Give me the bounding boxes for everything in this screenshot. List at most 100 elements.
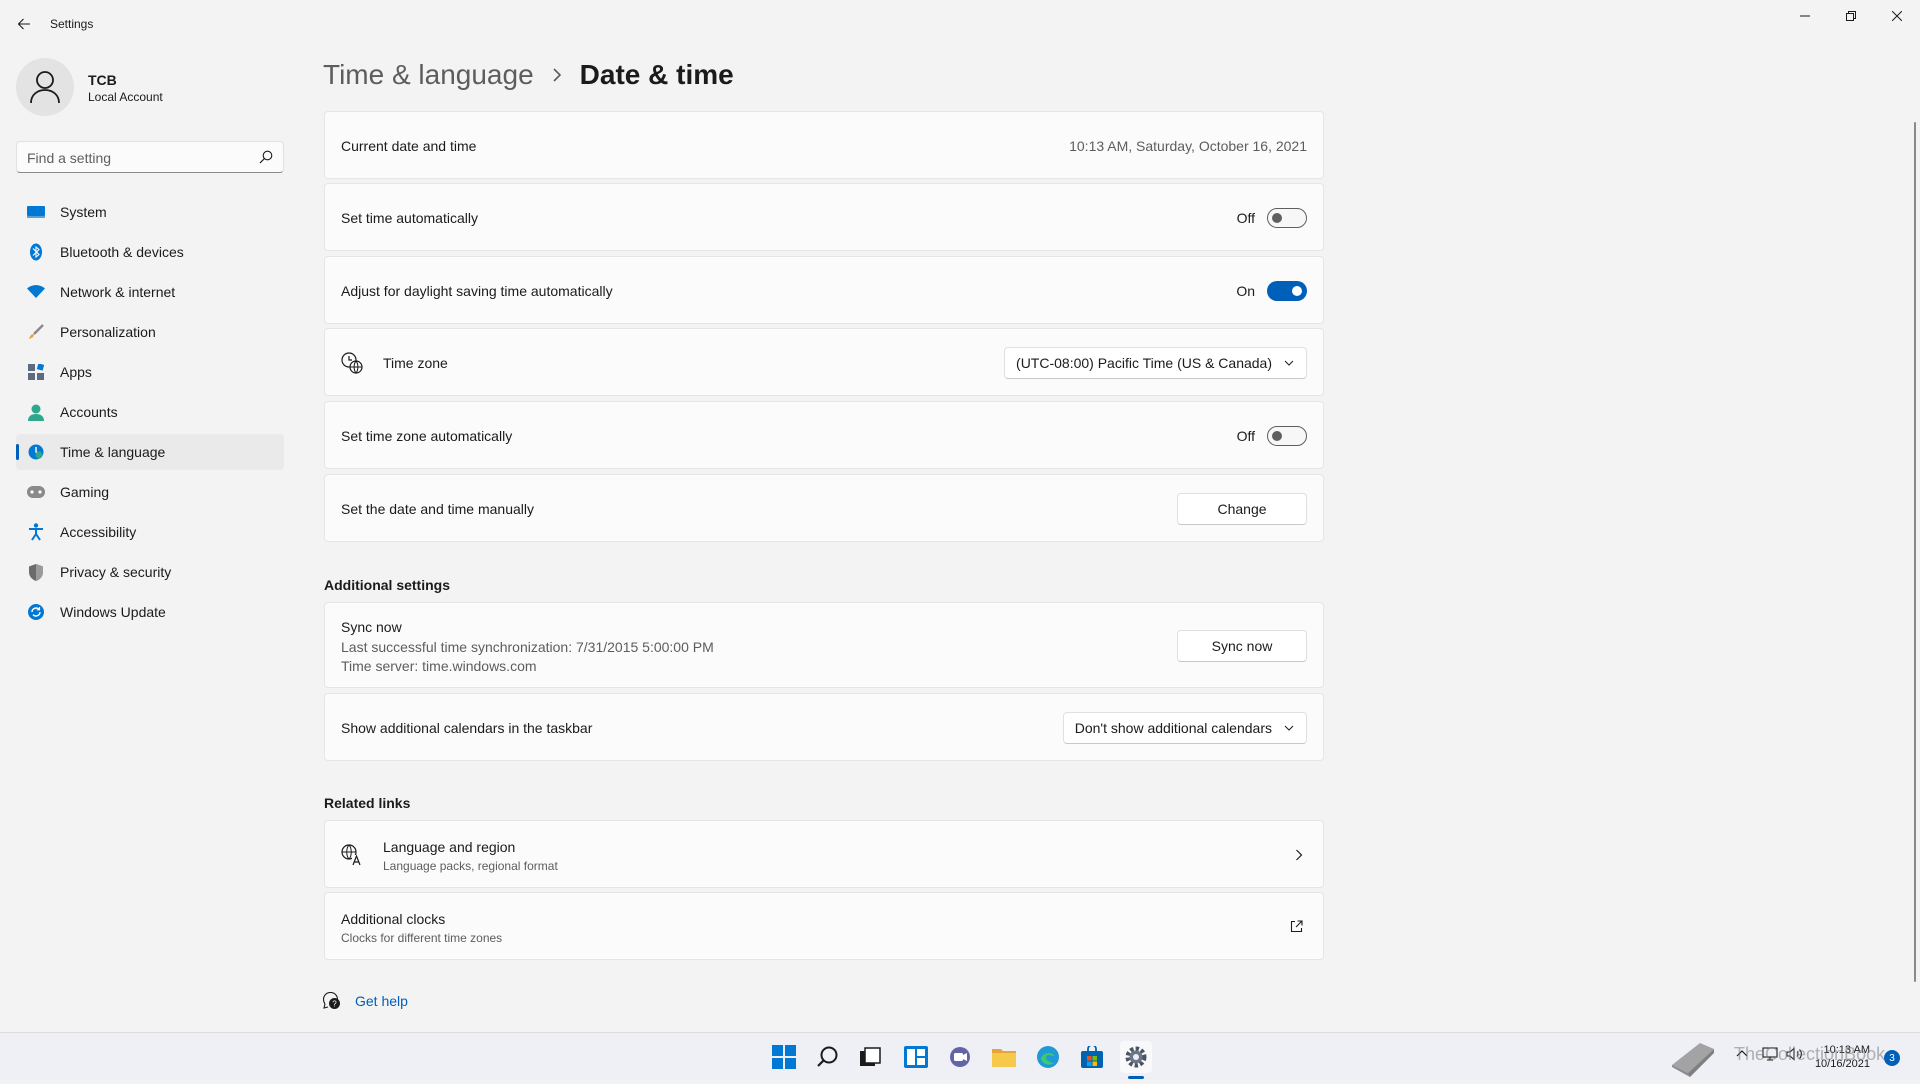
start-button[interactable] — [768, 1041, 800, 1073]
page-title: Date & time — [579, 59, 734, 90]
additional-clocks-link[interactable]: Additional clocks Clocks for different t… — [324, 892, 1324, 960]
globe-clock-icon — [341, 352, 363, 374]
windows-logo-icon — [772, 1045, 796, 1069]
store-button[interactable] — [1076, 1041, 1108, 1073]
sidebar-item-label: Bluetooth & devices — [60, 244, 184, 260]
globe-clock-icon — [27, 443, 45, 461]
language-region-label: Language and region — [383, 839, 516, 855]
change-button[interactable]: Change — [1177, 493, 1307, 525]
user-profile[interactable]: TCB Local Account — [16, 58, 286, 116]
edge-button[interactable] — [1032, 1041, 1064, 1073]
set-tz-auto-toggle[interactable] — [1267, 426, 1307, 446]
user-name: TCB — [88, 72, 117, 88]
search-box[interactable] — [16, 141, 284, 173]
edge-icon — [1037, 1046, 1059, 1068]
external-link-icon — [1290, 920, 1303, 933]
manual-datetime-label: Set the date and time manually — [341, 501, 535, 517]
sidebar-item-system[interactable]: System — [16, 194, 284, 230]
sidebar-item-label: Privacy & security — [60, 564, 172, 580]
additional-settings-heading: Additional settings — [324, 577, 450, 593]
sidebar-item-apps[interactable]: Apps — [16, 354, 284, 390]
time-server-text: Time server: time.windows.com — [341, 658, 537, 674]
daylight-saving-label: Adjust for daylight saving time automati… — [341, 283, 613, 299]
sidebar-item-accessibility[interactable]: Accessibility — [16, 514, 284, 550]
search-icon — [817, 1046, 838, 1067]
person-icon — [30, 71, 60, 104]
set-tz-auto-card: Set time zone automatically Off — [324, 401, 1324, 469]
watermark-text: TheCollectionBook — [1734, 1044, 1886, 1064]
language-region-link[interactable]: Language and region Language packs, regi… — [324, 820, 1324, 888]
breadcrumb: Time & language Date & time — [323, 55, 734, 95]
restore-button[interactable] — [1828, 0, 1874, 32]
search-input[interactable] — [27, 148, 247, 168]
toggle-knob — [1272, 213, 1282, 223]
sidebar-item-privacy[interactable]: Privacy & security — [16, 554, 284, 590]
sidebar-item-label: Accounts — [60, 404, 118, 420]
widgets-icon — [904, 1046, 928, 1068]
sidebar-item-label: Gaming — [60, 484, 110, 500]
get-help-link[interactable]: ? Get help — [323, 992, 408, 1010]
sidebar-item-personalization[interactable]: Personalization — [16, 314, 284, 350]
sidebar-item-network[interactable]: Network & internet — [16, 274, 284, 310]
time-zone-value: (UTC-08:00) Pacific Time (US & Canada) — [1016, 355, 1272, 371]
set-time-auto-toggle[interactable] — [1267, 208, 1307, 228]
file-explorer-button[interactable] — [988, 1041, 1020, 1073]
sidebar-item-label: Accessibility — [60, 524, 137, 540]
task-view-icon — [860, 1047, 881, 1066]
taskbar: 10:13 AM 10/16/2021 3 — [0, 1032, 1920, 1080]
time-zone-card: Time zone (UTC-08:00) Pacific Time (US &… — [324, 328, 1324, 396]
calendars-card: Show additional calendars in the taskbar… — [324, 693, 1324, 761]
close-icon — [1892, 11, 1902, 21]
sidebar-nav: System Bluetooth & devices Network & int… — [16, 194, 284, 634]
taskbar-search-button[interactable] — [812, 1041, 844, 1073]
sync-card: Sync now Last successful time synchroniz… — [324, 602, 1324, 688]
apps-icon — [27, 363, 45, 381]
sidebar-item-label: Network & internet — [60, 284, 176, 300]
sidebar-item-label: Personalization — [60, 324, 156, 340]
sidebar-item-accounts[interactable]: Accounts — [16, 394, 284, 430]
current-datetime-label: Current date and time — [341, 138, 477, 154]
set-tz-auto-label: Set time zone automatically — [341, 428, 513, 444]
system-icon — [27, 203, 45, 221]
chevron-right-icon — [1296, 849, 1303, 861]
sidebar-item-gaming[interactable]: Gaming — [16, 474, 284, 510]
set-time-auto-state: Off — [1236, 210, 1255, 226]
calendars-dropdown[interactable]: Don't show additional calendars — [1062, 712, 1307, 744]
current-datetime-card: Current date and time 10:13 AM, Saturday… — [324, 111, 1324, 179]
store-icon — [1081, 1046, 1103, 1068]
sync-label: Sync now — [341, 619, 402, 635]
additional-clocks-label: Additional clocks — [341, 911, 446, 927]
daylight-saving-toggle[interactable] — [1267, 281, 1307, 301]
sidebar-item-time-language[interactable]: Time & language — [16, 434, 284, 470]
toggle-knob — [1292, 286, 1302, 296]
scrollbar[interactable] — [1914, 122, 1916, 982]
sidebar-item-bluetooth[interactable]: Bluetooth & devices — [16, 234, 284, 270]
settings-taskbar-button[interactable] — [1120, 1041, 1152, 1073]
task-view-button[interactable] — [854, 1041, 886, 1073]
wifi-icon — [27, 283, 45, 301]
person-icon — [27, 403, 45, 421]
set-time-auto-label: Set time automatically — [341, 210, 478, 226]
set-tz-auto-state: Off — [1236, 428, 1255, 444]
sidebar-item-windows-update[interactable]: Windows Update — [16, 594, 284, 630]
gamepad-icon — [27, 483, 45, 501]
widgets-button[interactable] — [900, 1041, 932, 1073]
set-time-auto-card: Set time automatically Off — [324, 183, 1324, 251]
daylight-saving-card: Adjust for daylight saving time automati… — [324, 256, 1324, 324]
related-links-heading: Related links — [324, 795, 411, 811]
sidebar-item-label: Time & language — [60, 444, 166, 460]
shield-icon — [27, 563, 45, 581]
search-icon — [259, 150, 273, 164]
breadcrumb-parent[interactable]: Time & language — [323, 59, 534, 91]
minimize-button[interactable] — [1782, 0, 1828, 32]
sidebar-item-label: Apps — [60, 364, 92, 380]
get-help-label: Get help — [355, 993, 408, 1009]
svg-text:?: ? — [332, 1000, 337, 1009]
close-button[interactable] — [1874, 0, 1920, 32]
sync-now-button[interactable]: Sync now — [1177, 630, 1307, 662]
chat-button[interactable] — [944, 1041, 976, 1073]
notification-badge[interactable]: 3 — [1884, 1050, 1900, 1066]
brush-icon — [27, 323, 45, 341]
time-zone-dropdown[interactable]: (UTC-08:00) Pacific Time (US & Canada) — [1004, 347, 1307, 379]
back-button[interactable] — [12, 12, 36, 36]
